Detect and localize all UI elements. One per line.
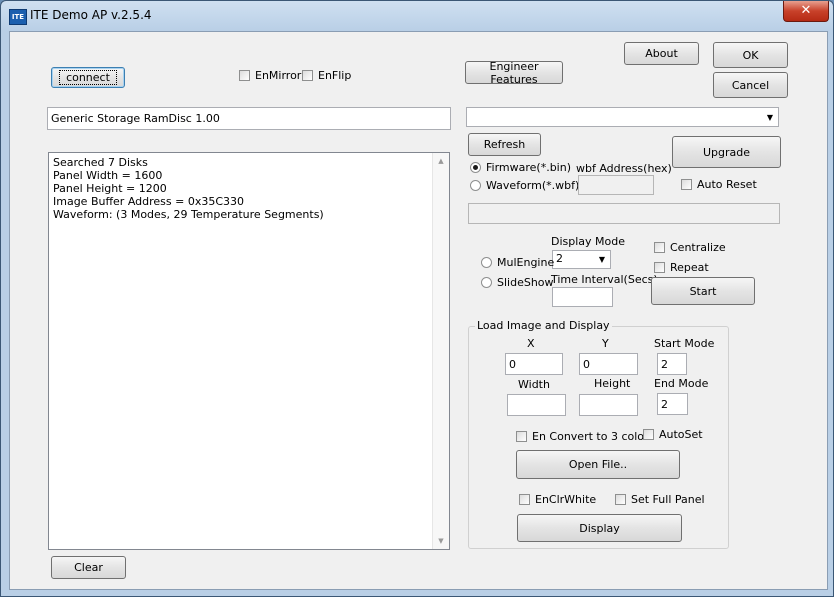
height-label: Height	[594, 377, 631, 390]
checkbox-box[interactable]	[302, 70, 313, 81]
x-label: X	[527, 337, 535, 350]
checkbox-box[interactable]	[519, 494, 530, 505]
connect-button-label: connect	[59, 70, 117, 85]
start-mode-input[interactable]: 2	[657, 353, 687, 375]
slideshow-radio[interactable]: SlideShow	[481, 276, 554, 289]
en-flip-checkbox[interactable]: EnFlip	[302, 69, 351, 82]
display-mode-select[interactable]: 2 ▼	[552, 250, 611, 269]
scroll-up-icon[interactable]: ▲	[433, 153, 449, 169]
set-full-panel-label: Set Full Panel	[631, 493, 705, 506]
radio-dot[interactable]	[470, 162, 481, 173]
log-line: Panel Width = 1600	[53, 169, 163, 182]
en-convert-checkbox[interactable]: En Convert to 3 color	[516, 430, 649, 443]
client-area: connect EnMirror EnFlip Engineer Feature…	[9, 31, 828, 590]
upgrade-button[interactable]: Upgrade	[672, 136, 781, 168]
mulengine-radio[interactable]: MulEngine	[481, 256, 554, 269]
radio-dot[interactable]	[481, 277, 492, 288]
auto-reset-checkbox[interactable]: Auto Reset	[681, 178, 757, 191]
log-lines: Searched 7 Disks Panel Width = 1600 Pane…	[53, 156, 324, 221]
wbf-address-input[interactable]	[578, 175, 654, 195]
checkbox-box[interactable]	[516, 431, 527, 442]
chevron-down-icon[interactable]: ▼	[763, 109, 777, 125]
open-file-button[interactable]: Open File..	[516, 450, 680, 479]
clear-button[interactable]: Clear	[51, 556, 126, 579]
radio-dot[interactable]	[470, 180, 481, 191]
display-mode-value: 2	[556, 252, 563, 265]
scroll-down-icon[interactable]: ▼	[433, 533, 449, 549]
checkbox-box[interactable]	[643, 429, 654, 440]
cancel-button[interactable]: Cancel	[713, 72, 788, 98]
window-title: ITE Demo AP v.2.5.4	[30, 8, 152, 22]
refresh-button[interactable]: Refresh	[468, 133, 541, 156]
wbf-address-label: wbf Address(hex)	[576, 162, 672, 175]
about-button[interactable]: About	[624, 42, 699, 65]
checkbox-box[interactable]	[239, 70, 250, 81]
device-name-field[interactable]: Generic Storage RamDisc 1.00	[47, 107, 451, 130]
slideshow-label: SlideShow	[497, 276, 554, 289]
time-interval-input[interactable]	[552, 287, 613, 307]
x-input[interactable]: 0	[505, 353, 563, 375]
log-line: Image Buffer Address = 0x35C330	[53, 195, 245, 208]
chevron-down-icon[interactable]: ▼	[595, 252, 609, 267]
connect-button[interactable]: connect	[51, 67, 125, 88]
waveform-radio[interactable]: Waveform(*.wbf)	[470, 179, 579, 192]
centralize-label: Centralize	[670, 241, 726, 254]
display-button[interactable]: Display	[517, 514, 682, 542]
end-mode-input[interactable]: 2	[657, 393, 688, 415]
ok-button[interactable]: OK	[713, 42, 788, 68]
close-icon[interactable]: ✕	[783, 1, 829, 22]
checkbox-box[interactable]	[654, 242, 665, 253]
log-line: Panel Height = 1200	[53, 182, 167, 195]
checkbox-box[interactable]	[681, 179, 692, 190]
auto-reset-label: Auto Reset	[697, 178, 757, 191]
en-clr-white-checkbox[interactable]: EnClrWhite	[519, 493, 596, 506]
width-input[interactable]	[507, 394, 566, 416]
log-line: Waveform: (3 Modes, 29 Temperature Segme…	[53, 208, 324, 221]
centralize-checkbox[interactable]: Centralize	[654, 241, 726, 254]
log-scrollbar[interactable]: ▲ ▼	[432, 153, 449, 549]
checkbox-box[interactable]	[615, 494, 626, 505]
app-window: ITE ITE Demo AP v.2.5.4 ✕ connect EnMirr…	[0, 0, 834, 597]
device-select[interactable]: ▼	[466, 107, 779, 127]
firmware-radio[interactable]: Firmware(*.bin)	[470, 161, 571, 174]
start-mode-label: Start Mode	[654, 337, 715, 350]
en-convert-label: En Convert to 3 color	[532, 430, 649, 443]
log-output[interactable]: Searched 7 Disks Panel Width = 1600 Pane…	[48, 152, 450, 550]
radio-dot[interactable]	[481, 257, 492, 268]
y-label: Y	[602, 337, 609, 350]
progress-bar	[468, 203, 780, 224]
width-label: Width	[518, 378, 550, 391]
log-line: Searched 7 Disks	[53, 156, 148, 169]
display-mode-label: Display Mode	[551, 235, 626, 248]
autoset-checkbox[interactable]: AutoSet	[643, 428, 703, 441]
height-input[interactable]	[579, 394, 638, 416]
autoset-label: AutoSet	[659, 428, 703, 441]
app-icon: ITE	[9, 9, 27, 25]
mulengine-label: MulEngine	[497, 256, 555, 269]
time-interval-label: Time Interval(Secs)	[551, 273, 658, 286]
repeat-checkbox[interactable]: Repeat	[654, 261, 709, 274]
firmware-label: Firmware(*.bin)	[486, 161, 572, 174]
repeat-label: Repeat	[670, 261, 709, 274]
checkbox-box[interactable]	[654, 262, 665, 273]
en-flip-label: EnFlip	[318, 69, 352, 82]
end-mode-label: End Mode	[654, 377, 709, 390]
set-full-panel-checkbox[interactable]: Set Full Panel	[615, 493, 705, 506]
title-bar[interactable]: ITE ITE Demo AP v.2.5.4 ✕	[1, 1, 833, 31]
en-mirror-checkbox[interactable]: EnMirror	[239, 69, 301, 82]
load-image-group-title: Load Image and Display	[475, 319, 612, 332]
engineer-features-button[interactable]: Engineer Features	[465, 60, 563, 86]
start-button[interactable]: Start	[651, 277, 755, 305]
en-mirror-label: EnMirror	[255, 69, 302, 82]
en-clr-white-label: EnClrWhite	[535, 493, 597, 506]
waveform-label: Waveform(*.wbf)	[486, 179, 580, 192]
y-input[interactable]: 0	[579, 353, 638, 375]
